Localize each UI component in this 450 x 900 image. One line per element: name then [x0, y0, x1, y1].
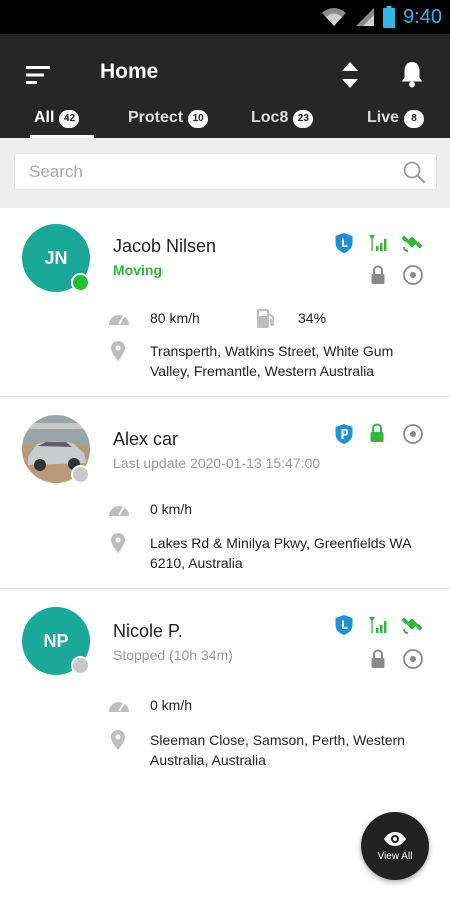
device-card[interactable]: Alex car Last update 2020-01-13 15:47:00… [0, 397, 450, 589]
speedometer-icon [109, 506, 129, 516]
device-card[interactable]: NP Nicole P. Stopped (10h 34m) 0 km/h Sl… [0, 589, 450, 789]
app-header: Home All 42 Protect 10 Loc8 23 Live 8 [0, 34, 450, 138]
tab-label: Protect [128, 109, 184, 126]
device-name: Jacob Nilsen [113, 236, 217, 256]
offline-status-dot [71, 465, 90, 484]
search-area [0, 138, 450, 208]
menu-icon[interactable] [26, 64, 52, 86]
page-title: Home [100, 60, 159, 83]
speed-value: 0 km/h [150, 697, 193, 713]
battery-icon [383, 6, 396, 28]
tab-live[interactable]: Live 8 [367, 109, 425, 138]
view-all-button[interactable]: View All [361, 812, 429, 880]
locate-target-icon[interactable] [402, 264, 424, 286]
clock: 9:40 [403, 5, 442, 28]
address-text: Transperth, Watkins Street, White Gum Va… [150, 343, 394, 379]
filter-tabs: All 42 Protect 10 Loc8 23 Live 8 [0, 109, 450, 138]
tab-protect[interactable]: Protect 10 [128, 109, 209, 138]
tab-all[interactable]: All 42 [34, 109, 80, 138]
tab-label: Live [367, 109, 400, 126]
eye-icon [384, 831, 406, 846]
speedometer-icon [109, 315, 129, 325]
tab-count-badge: 8 [404, 110, 425, 128]
wifi-icon [322, 8, 347, 26]
tab-count-badge: 23 [293, 110, 314, 128]
device-status: Stopped (10h 34m) [113, 647, 233, 663]
search-input[interactable] [15, 154, 395, 189]
notification-bell-icon[interactable] [400, 60, 424, 88]
online-status-dot [71, 273, 90, 292]
tab-count-badge: 10 [188, 110, 209, 128]
tab-label: All [34, 109, 55, 126]
battery-value: 34% [298, 310, 327, 326]
gps-satellite-icon [401, 235, 423, 252]
locate-target-icon[interactable] [402, 648, 424, 670]
speedometer-icon [109, 702, 129, 712]
device-card[interactable]: JN Jacob Nilsen Moving 80 km/h 34% Trans… [0, 208, 450, 397]
location-pin-icon [111, 730, 125, 750]
address-text: Lakes Rd & Minilya Pkwy, Greenfields WA … [150, 535, 411, 571]
protect-shield-icon [335, 233, 353, 253]
tab-count-badge: 42 [59, 110, 80, 128]
tab-label: Loc8 [251, 109, 289, 126]
offline-status-dot [71, 656, 90, 675]
location-pin-icon [111, 533, 125, 553]
signal-strength-icon [369, 235, 387, 251]
search-box [14, 153, 437, 190]
view-all-label: View All [377, 850, 413, 862]
device-name: Alex car [113, 429, 179, 449]
sort-icon[interactable] [339, 60, 361, 90]
lock-icon[interactable] [370, 265, 386, 285]
locate-target-icon[interactable] [402, 423, 424, 445]
signal-strength-icon [369, 617, 387, 633]
tab-loc8[interactable]: Loc8 23 [251, 109, 314, 138]
speed-value: 80 km/h [150, 310, 200, 326]
location-pin-icon [111, 341, 125, 361]
gps-satellite-icon [401, 617, 423, 634]
lock-icon[interactable] [370, 649, 386, 669]
fuel-battery-icon [257, 309, 274, 328]
speed-value: 0 km/h [150, 501, 193, 517]
signal-icon [356, 8, 375, 26]
status-bar: 9:40 [0, 0, 450, 34]
address-text: Sleeman Close, Samson, Perth, Western Au… [150, 732, 405, 768]
protect-shield-icon [335, 424, 353, 444]
device-status: Moving [113, 262, 162, 278]
device-name: Nicole P. [113, 621, 183, 641]
search-icon[interactable] [402, 160, 426, 184]
unlocked-lock-icon[interactable] [369, 423, 385, 443]
protect-shield-icon [335, 615, 353, 635]
last-update-text: Last update 2020-01-13 15:47:00 [113, 455, 321, 471]
